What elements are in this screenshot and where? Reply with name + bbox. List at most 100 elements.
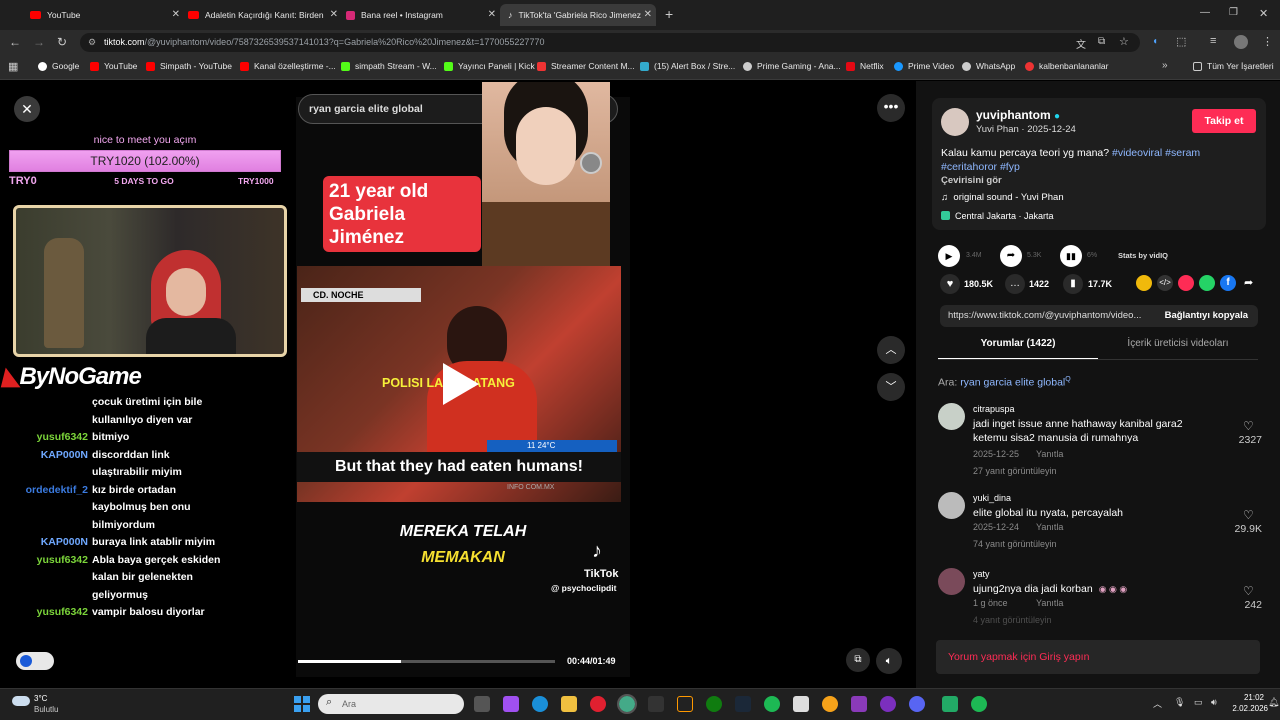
facebook-icon[interactable]: f <box>1220 275 1236 291</box>
weather-temp[interactable]: 3°C <box>34 694 47 703</box>
bookmark-item[interactable]: YouTube <box>90 61 137 71</box>
comment-username[interactable]: yaty <box>973 569 990 579</box>
login-prompt[interactable]: Yorum yapmak için Giriş yapın <box>936 640 1260 674</box>
view-replies-link[interactable]: 74 yanıt görüntüleyin <box>973 539 1057 549</box>
next-video-button[interactable]: ﹀ <box>877 373 905 401</box>
heart-icon[interactable]: ♡ <box>1243 584 1254 598</box>
embed-icon[interactable]: </> <box>1157 275 1173 291</box>
steam-icon[interactable] <box>735 696 751 712</box>
bookmark-star-icon[interactable]: ☆ <box>1119 35 1129 48</box>
media-icon[interactable]: ≡ <box>1210 35 1216 47</box>
app-icon[interactable] <box>942 696 958 712</box>
notification-icon[interactable]: 🔔︎ <box>1268 697 1279 708</box>
close-tab-icon[interactable]: ✕ <box>330 9 338 20</box>
bookmark-item[interactable]: Netflix <box>846 61 884 71</box>
address-bar[interactable]: tiktok.com/@yuviphantom/video/7587326539… <box>80 33 1140 52</box>
bookmark-icon[interactable]: ▮ <box>1063 274 1083 294</box>
start-icon[interactable] <box>294 696 310 712</box>
sound-link[interactable]: ♫ original sound - Yuvi Phan <box>941 192 1064 203</box>
avatar[interactable] <box>938 403 965 430</box>
heart-icon[interactable]: ♡ <box>1243 419 1254 433</box>
taskbar-search[interactable]: ⌕ Ara <box>318 694 464 714</box>
post-username[interactable]: yuviphantom ● <box>976 108 1060 122</box>
chat-username[interactable]: yusuf6342 <box>37 429 88 447</box>
copilot-icon[interactable] <box>503 696 519 712</box>
chrome-icon[interactable] <box>617 694 637 714</box>
back-button[interactable]: ← <box>9 35 21 49</box>
bookmark-item[interactable]: Yayıncı Paneli | Kick <box>444 61 535 71</box>
bookmark-item[interactable]: Kanal özelleştirme -... <box>240 61 336 71</box>
translate-link[interactable]: Çevirisini gör <box>941 175 1002 186</box>
prev-video-button[interactable]: ︿ <box>877 336 905 364</box>
post-link[interactable]: https://www.tiktok.com/@yuviphantom/vide… <box>948 310 1141 321</box>
app-icon[interactable] <box>880 696 896 712</box>
share-icon[interactable]: ➦ <box>1244 276 1253 289</box>
bookmark-item[interactable]: WhatsApp <box>962 61 1015 71</box>
install-icon[interactable]: ⧉ <box>1098 36 1105 47</box>
app-icon[interactable] <box>851 696 867 712</box>
new-tab-button[interactable]: + <box>665 6 673 22</box>
widget-toggle[interactable] <box>16 652 54 670</box>
chat-username[interactable]: yusuf6342 <box>37 552 88 570</box>
more-bookmarks-icon[interactable]: » <box>1162 60 1168 71</box>
comment-username[interactable]: yuki_dina <box>973 493 1011 503</box>
avatar[interactable] <box>938 492 965 519</box>
send-icon[interactable] <box>1178 275 1194 291</box>
hashtag-link[interactable]: #ceritahoror <box>941 161 997 173</box>
volume-tray-icon[interactable]: 🔊︎ <box>1211 697 1217 708</box>
clock-time[interactable]: 21:02 <box>1224 693 1264 702</box>
translate-icon[interactable]: 文 <box>1076 36 1086 51</box>
hashtag-link[interactable]: #videoviral <box>1112 147 1162 159</box>
xbox-icon[interactable] <box>706 696 722 712</box>
stats-by-vidiq[interactable]: Stats by vidIQ <box>1118 251 1168 260</box>
tab-tiktok[interactable]: ♪ TikTok'ta 'Gabriela Rico Jimenez ✕ <box>500 4 656 26</box>
site-info-icon[interactable]: ⚙ <box>88 37 96 48</box>
tab-youtube[interactable]: YouTube ✕ <box>30 4 180 26</box>
bookmark-item[interactable]: Simpath - YouTube <box>146 61 232 71</box>
bookmark-item[interactable]: Google <box>38 61 79 71</box>
chat-username[interactable]: ordedektif_2 <box>26 482 88 500</box>
bookmark-item[interactable]: Streamer Content M... <box>537 61 635 71</box>
hashtag-link[interactable]: #seram <box>1165 147 1200 159</box>
epic-icon[interactable] <box>648 696 664 712</box>
extension-icon[interactable]: ◖ <box>1152 36 1158 47</box>
heart-icon[interactable]: ♡ <box>1243 508 1254 522</box>
tab-creator-videos[interactable]: İçerik üreticisi videoları <box>1098 338 1258 349</box>
video-progress[interactable] <box>298 660 555 663</box>
reply-button[interactable]: Yanıtla <box>1036 598 1063 608</box>
explorer-icon[interactable] <box>561 696 577 712</box>
profile-avatar[interactable] <box>1234 35 1248 49</box>
taskview-icon[interactable] <box>474 696 490 712</box>
spotify-icon[interactable] <box>971 696 987 712</box>
close-icon[interactable]: ✕ <box>14 96 40 122</box>
like-icon[interactable]: ♥ <box>940 274 960 294</box>
bookmark-item[interactable]: simpath Stream - W... <box>341 61 437 71</box>
hashtag-link[interactable]: #fyp <box>1000 161 1020 173</box>
apps-icon[interactable]: ▦ <box>8 60 18 73</box>
forward-button[interactable]: → <box>33 35 45 49</box>
tab-comments[interactable]: Yorumlar (1422) <box>938 338 1098 349</box>
tab-instagram[interactable]: Bana reel • Instagram ✕ <box>346 4 496 26</box>
bookmark-item[interactable]: (15) Alert Box / Stre... <box>640 61 735 71</box>
copy-link-button[interactable]: Bağlantıyı kopyala <box>1165 310 1248 321</box>
avatar[interactable] <box>938 568 965 595</box>
play-icon[interactable] <box>443 363 479 405</box>
discord-icon[interactable] <box>909 696 925 712</box>
chat-username[interactable]: yusuf6342 <box>37 604 88 622</box>
minimize-button[interactable]: — <box>1200 7 1210 18</box>
comment-username[interactable]: citrapuspa <box>973 404 1015 414</box>
comment-icon[interactable]: … <box>1005 274 1025 294</box>
whatsapp-icon[interactable] <box>1199 275 1215 291</box>
more-options-icon[interactable]: ••• <box>877 94 905 122</box>
follow-button[interactable]: Takip et <box>1192 109 1256 133</box>
chat-username[interactable]: KAP000N <box>41 447 88 465</box>
tab-adalet[interactable]: Adaletin Kaçırdığı Kanıt: Birden ✕ <box>188 4 338 26</box>
spotify-icon[interactable] <box>764 696 780 712</box>
app-icon[interactable] <box>822 696 838 712</box>
view-replies-link[interactable]: 4 yanıt görüntüleyin <box>973 615 1052 625</box>
maximize-button[interactable]: ❐ <box>1229 7 1238 18</box>
extensions-icon[interactable]: ⬚ <box>1176 35 1186 48</box>
opera-icon[interactable] <box>590 696 606 712</box>
avatar[interactable] <box>941 108 969 136</box>
edge-icon[interactable] <box>532 696 548 712</box>
